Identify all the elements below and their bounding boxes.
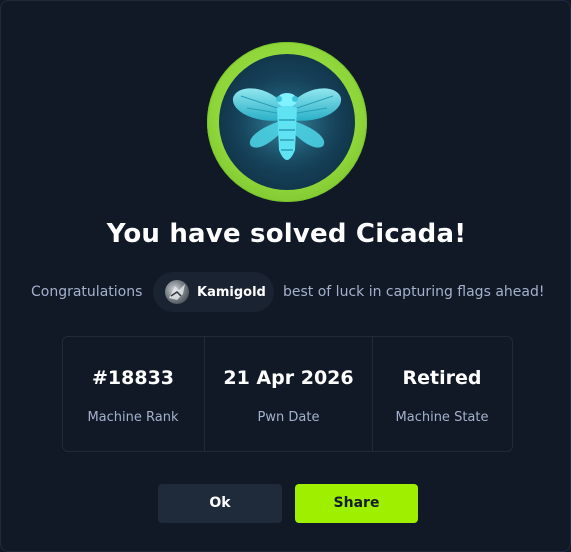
stat-value: Retired	[402, 367, 482, 389]
congrats-message: Congratulations Kamigold best of luck in…	[1, 272, 571, 312]
stat-label: Machine Rank	[87, 410, 179, 425]
avatar	[165, 280, 189, 304]
stat-value: #18833	[91, 367, 175, 389]
stat-label: Pwn Date	[257, 410, 320, 425]
user-chip[interactable]: Kamigold	[153, 272, 274, 312]
stat-machine-rank: #18833 Machine Rank	[63, 337, 203, 451]
stats-panel: #18833 Machine Rank 21 Apr 2026 Pwn Date…	[62, 336, 513, 452]
stat-label: Machine State	[395, 410, 489, 425]
page-title: You have solved Cicada!	[106, 219, 467, 249]
cicada-icon	[219, 54, 355, 190]
solved-dialog: You have solved Cicada! Congratulations …	[0, 0, 571, 552]
stat-machine-state: Retired Machine State	[372, 337, 512, 451]
ok-button[interactable]: Ok	[158, 484, 282, 523]
stat-value: 21 Apr 2026	[223, 367, 354, 389]
congrats-prefix: Congratulations	[31, 284, 143, 300]
username: Kamigold	[197, 285, 266, 300]
share-button[interactable]: Share	[295, 484, 418, 523]
stat-pwn-date: 21 Apr 2026 Pwn Date	[204, 337, 373, 451]
machine-badge	[207, 42, 367, 202]
congrats-suffix: best of luck in capturing flags ahead!	[283, 284, 545, 300]
